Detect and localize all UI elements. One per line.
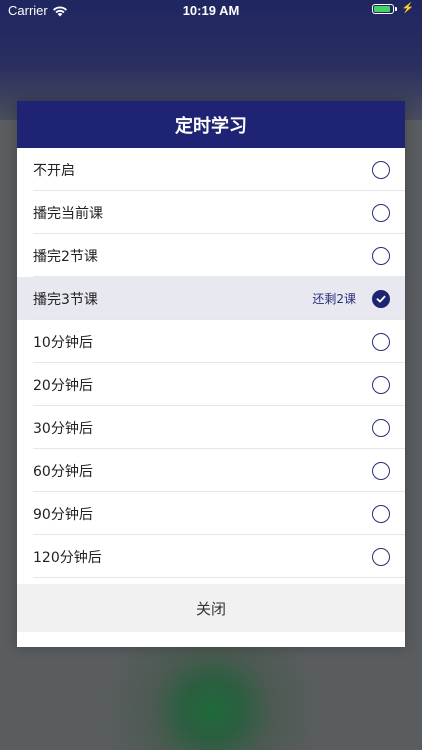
option-label: 播完2节课 bbox=[33, 248, 98, 265]
option-label: 60分钟后 bbox=[33, 463, 93, 480]
option-item-10-min[interactable]: 10分钟后 bbox=[17, 320, 405, 363]
option-item-30-min[interactable]: 30分钟后 bbox=[17, 406, 405, 449]
option-label: 20分钟后 bbox=[33, 377, 93, 394]
battery-fill bbox=[373, 5, 390, 12]
radio-icon[interactable] bbox=[372, 461, 390, 480]
modal-title: 定时学习 bbox=[175, 115, 247, 137]
option-label: 播完3节课 bbox=[33, 291, 98, 308]
radio-icon[interactable] bbox=[372, 246, 390, 265]
remaining-lessons-note: 还剩2课 bbox=[312, 292, 356, 306]
background-bottom bbox=[0, 640, 422, 750]
checkmark-icon bbox=[376, 295, 386, 302]
close-button[interactable]: 关闭 bbox=[17, 584, 405, 632]
status-right: ⚡ bbox=[371, 3, 414, 14]
radio-icon[interactable] bbox=[372, 375, 390, 394]
option-item-off[interactable]: 不开启 bbox=[17, 148, 405, 191]
charging-bolt-icon: ⚡ bbox=[401, 3, 414, 14]
option-list: 不开启 播完当前课 播完2节课 播完3节课 还剩2课 10分钟后 20分钟后 3… bbox=[17, 148, 405, 578]
option-item-3-lessons[interactable]: 播完3节课 还剩2课 bbox=[17, 277, 405, 320]
modal-header: 定时学习 bbox=[17, 101, 405, 148]
option-label: 120分钟后 bbox=[33, 549, 102, 566]
radio-checked-icon[interactable] bbox=[372, 289, 390, 308]
radio-icon[interactable] bbox=[372, 547, 390, 566]
radio-icon[interactable] bbox=[372, 418, 390, 437]
option-item-current-lesson[interactable]: 播完当前课 bbox=[17, 191, 405, 234]
radio-icon[interactable] bbox=[372, 504, 390, 523]
status-time: 10:19 AM bbox=[182, 3, 240, 18]
radio-icon[interactable] bbox=[372, 332, 390, 351]
option-item-90-min[interactable]: 90分钟后 bbox=[17, 492, 405, 535]
option-item-2-lessons[interactable]: 播完2节课 bbox=[17, 234, 405, 277]
status-bar: Carrier 10:19 AM ⚡ bbox=[0, 0, 422, 22]
option-label: 30分钟后 bbox=[33, 420, 93, 437]
option-item-120-min[interactable]: 120分钟后 bbox=[17, 535, 405, 578]
battery-icon bbox=[371, 3, 394, 14]
radio-icon[interactable] bbox=[372, 160, 390, 179]
option-item-60-min[interactable]: 60分钟后 bbox=[17, 449, 405, 492]
option-label: 90分钟后 bbox=[33, 506, 93, 523]
option-item-20-min[interactable]: 20分钟后 bbox=[17, 363, 405, 406]
battery-tip bbox=[394, 6, 397, 11]
timer-modal: 定时学习 不开启 播完当前课 播完2节课 播完3节课 还剩2课 10分钟后 20… bbox=[17, 101, 405, 647]
option-label: 不开启 bbox=[33, 162, 75, 179]
option-label: 10分钟后 bbox=[33, 334, 93, 351]
radio-icon[interactable] bbox=[372, 203, 390, 222]
option-label: 播完当前课 bbox=[33, 205, 103, 222]
